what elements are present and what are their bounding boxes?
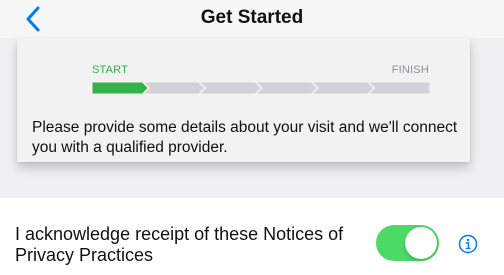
progress-step-completed xyxy=(92,82,150,94)
progress-step-pending xyxy=(142,82,206,94)
privacy-acknowledgement-toggle[interactable] xyxy=(376,225,439,261)
page-title: Get Started xyxy=(200,7,304,28)
navigation-bar: Get Started xyxy=(0,0,504,38)
progress-step-pending xyxy=(255,82,319,94)
progress-step-pending xyxy=(311,82,375,94)
info-button[interactable] xyxy=(458,234,478,254)
progress-finish-label: FINISH xyxy=(391,64,429,76)
toggle-knob xyxy=(405,227,437,259)
intro-description: Please provide some details about your v… xyxy=(32,119,458,156)
info-icon xyxy=(458,234,478,254)
progress-step-pending xyxy=(198,82,262,94)
progress-bar xyxy=(92,82,430,94)
acknowledgement-label: I acknowledge receipt of these Notices o… xyxy=(15,224,344,265)
intro-card: START FINISH Please provide some details… xyxy=(17,38,470,162)
acknowledgement-row: I acknowledge receipt of these Notices o… xyxy=(0,198,504,275)
progress-start-label: START xyxy=(92,64,129,76)
progress-step-pending xyxy=(367,82,430,94)
